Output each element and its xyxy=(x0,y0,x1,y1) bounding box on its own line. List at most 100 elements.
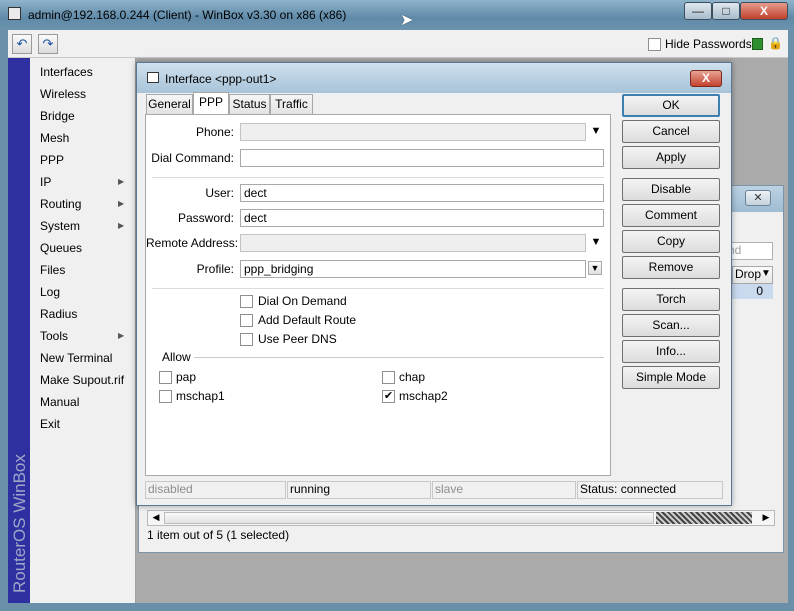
scrollbar-thumb[interactable] xyxy=(164,512,654,524)
chap-checkbox[interactable] xyxy=(382,371,395,384)
info-button[interactable]: Info... xyxy=(622,340,720,363)
password-label: Password: xyxy=(177,211,234,225)
torch-button[interactable]: Torch xyxy=(622,288,720,311)
sidebar-item-queues[interactable]: Queues xyxy=(40,241,82,261)
sidebar-item-exit[interactable]: Exit xyxy=(40,417,60,437)
tab-general[interactable]: General xyxy=(146,94,193,114)
list-close-button[interactable]: ✕ xyxy=(745,190,771,206)
remove-button[interactable]: Remove xyxy=(622,256,720,279)
comment-button[interactable]: Comment xyxy=(622,204,720,227)
chevron-right-icon: ▶ xyxy=(118,199,125,208)
ppp-panel: Phone: ▼ Dial Command: User: dect Passwo… xyxy=(145,114,611,476)
sidebar-item-log[interactable]: Log xyxy=(40,285,60,305)
dial-command-input[interactable] xyxy=(240,149,604,167)
close-button[interactable]: X xyxy=(740,2,788,20)
brand-logo: RouterOS WinBox xyxy=(10,454,29,593)
phone-input[interactable] xyxy=(240,123,586,141)
chevron-down-icon[interactable]: ▼ xyxy=(589,125,603,139)
dial-on-demand-checkbox[interactable] xyxy=(240,295,253,308)
chevron-down-icon[interactable]: ▼ xyxy=(589,236,603,250)
maximize-button[interactable]: □ xyxy=(712,2,740,20)
add-default-route-label: Add Default Route xyxy=(258,313,357,327)
phone-label: Phone: xyxy=(195,125,234,139)
use-peer-dns-checkbox[interactable] xyxy=(240,333,253,346)
find-input[interactable]: nd xyxy=(725,242,773,260)
allow-group-label: Allow xyxy=(162,350,191,364)
profile-label: Profile: xyxy=(196,262,234,276)
toolbar: ↶ ↷ Hide Passwords 🔒 xyxy=(8,30,788,58)
simple-mode-button[interactable]: Simple Mode xyxy=(622,366,720,389)
table-row[interactable]: 0 xyxy=(732,284,773,299)
user-input[interactable]: dect xyxy=(240,184,604,202)
copy-button[interactable]: Copy xyxy=(622,230,720,253)
divider xyxy=(152,177,604,178)
brand-bar: RouterOS WinBox xyxy=(8,58,30,603)
dial-on-demand-label: Dial On Demand xyxy=(258,294,347,308)
sidebar-item-tools[interactable]: Tools xyxy=(40,329,68,349)
ok-button[interactable]: OK xyxy=(622,94,720,117)
profile-select[interactable]: ppp_bridging xyxy=(240,260,586,278)
scroll-right-icon[interactable]: ▶ xyxy=(760,512,772,524)
horizontal-scrollbar[interactable]: ◀ ▶ xyxy=(147,510,775,526)
status-disabled: disabled xyxy=(145,481,286,499)
dialog-title: Interface <ppp-out1> xyxy=(165,72,277,86)
connection-status-icon xyxy=(752,38,763,50)
mschap2-label: mschap2 xyxy=(399,389,448,403)
pap-checkbox[interactable] xyxy=(159,371,172,384)
column-header-label: Drop xyxy=(735,267,762,281)
sidebar-item-wireless[interactable]: Wireless xyxy=(40,87,86,107)
remote-address-input[interactable] xyxy=(240,234,586,252)
hide-passwords-checkbox[interactable] xyxy=(648,38,661,51)
sidebar-item-radius[interactable]: Radius xyxy=(40,307,77,327)
divider xyxy=(152,288,604,289)
chevron-right-icon: ▶ xyxy=(118,331,125,340)
sidebar-item-new-terminal[interactable]: New Terminal xyxy=(40,351,112,371)
user-label: User: xyxy=(205,186,234,200)
dropdown-icon[interactable]: ▼ xyxy=(588,261,602,275)
divider xyxy=(194,357,604,358)
hide-passwords-label: Hide Passwords xyxy=(665,37,752,51)
scrollbar-track[interactable] xyxy=(656,512,752,524)
scan-button[interactable]: Scan... xyxy=(622,314,720,337)
pap-label: pap xyxy=(176,370,197,384)
undo-icon[interactable]: ↶ xyxy=(12,34,32,54)
dialog-titlebar: Interface <ppp-out1> X xyxy=(137,63,731,93)
scroll-left-icon[interactable]: ◀ xyxy=(150,512,162,524)
tab-traffic[interactable]: Traffic xyxy=(270,94,313,114)
minimize-button[interactable]: — xyxy=(684,2,712,20)
disable-button[interactable]: Disable xyxy=(622,178,720,201)
window-icon xyxy=(147,72,159,83)
cancel-button[interactable]: Cancel xyxy=(622,120,720,143)
apply-button[interactable]: Apply xyxy=(622,146,720,169)
sidebar-item-make-supout-rif[interactable]: Make Supout.rif xyxy=(40,373,124,393)
sidebar-item-manual[interactable]: Manual xyxy=(40,395,79,415)
sidebar-item-bridge[interactable]: Bridge xyxy=(40,109,75,129)
mschap1-checkbox[interactable] xyxy=(159,390,172,403)
remote-address-label: Remote Address: xyxy=(146,236,239,250)
sidebar-item-routing[interactable]: Routing xyxy=(40,197,81,217)
chevron-right-icon: ▶ xyxy=(118,177,125,186)
password-input[interactable]: dect xyxy=(240,209,604,227)
status-slave: slave xyxy=(432,481,576,499)
mouse-cursor-icon: ➤ xyxy=(400,12,414,29)
chevron-right-icon: ▶ xyxy=(118,221,125,230)
sidebar-item-ip[interactable]: IP xyxy=(40,175,51,195)
tab-status[interactable]: Status xyxy=(229,94,270,114)
lock-icon: 🔒 xyxy=(768,36,783,50)
mschap2-checkbox[interactable]: ✔ xyxy=(382,390,395,403)
add-default-route-checkbox[interactable] xyxy=(240,314,253,327)
sidebar-item-mesh[interactable]: Mesh xyxy=(40,131,69,151)
column-header-drop[interactable]: Drop ▼ xyxy=(732,266,773,284)
tab-ppp[interactable]: PPP xyxy=(193,92,229,114)
interface-dialog: Interface <ppp-out1> X General PPP Statu… xyxy=(136,62,732,506)
redo-icon[interactable]: ↷ xyxy=(38,34,58,54)
window-title: admin@192.168.0.244 (Client) - WinBox v3… xyxy=(28,8,347,22)
sidebar-item-ppp[interactable]: PPP xyxy=(40,153,64,173)
sidebar-item-system[interactable]: System xyxy=(40,219,80,239)
sidebar-item-interfaces[interactable]: Interfaces xyxy=(40,65,93,85)
sidebar-item-files[interactable]: Files xyxy=(40,263,65,283)
main-titlebar: admin@192.168.0.244 (Client) - WinBox v3… xyxy=(0,0,794,30)
status-running: running xyxy=(287,481,431,499)
chap-label: chap xyxy=(399,370,426,384)
dialog-close-button[interactable]: X xyxy=(690,70,722,87)
